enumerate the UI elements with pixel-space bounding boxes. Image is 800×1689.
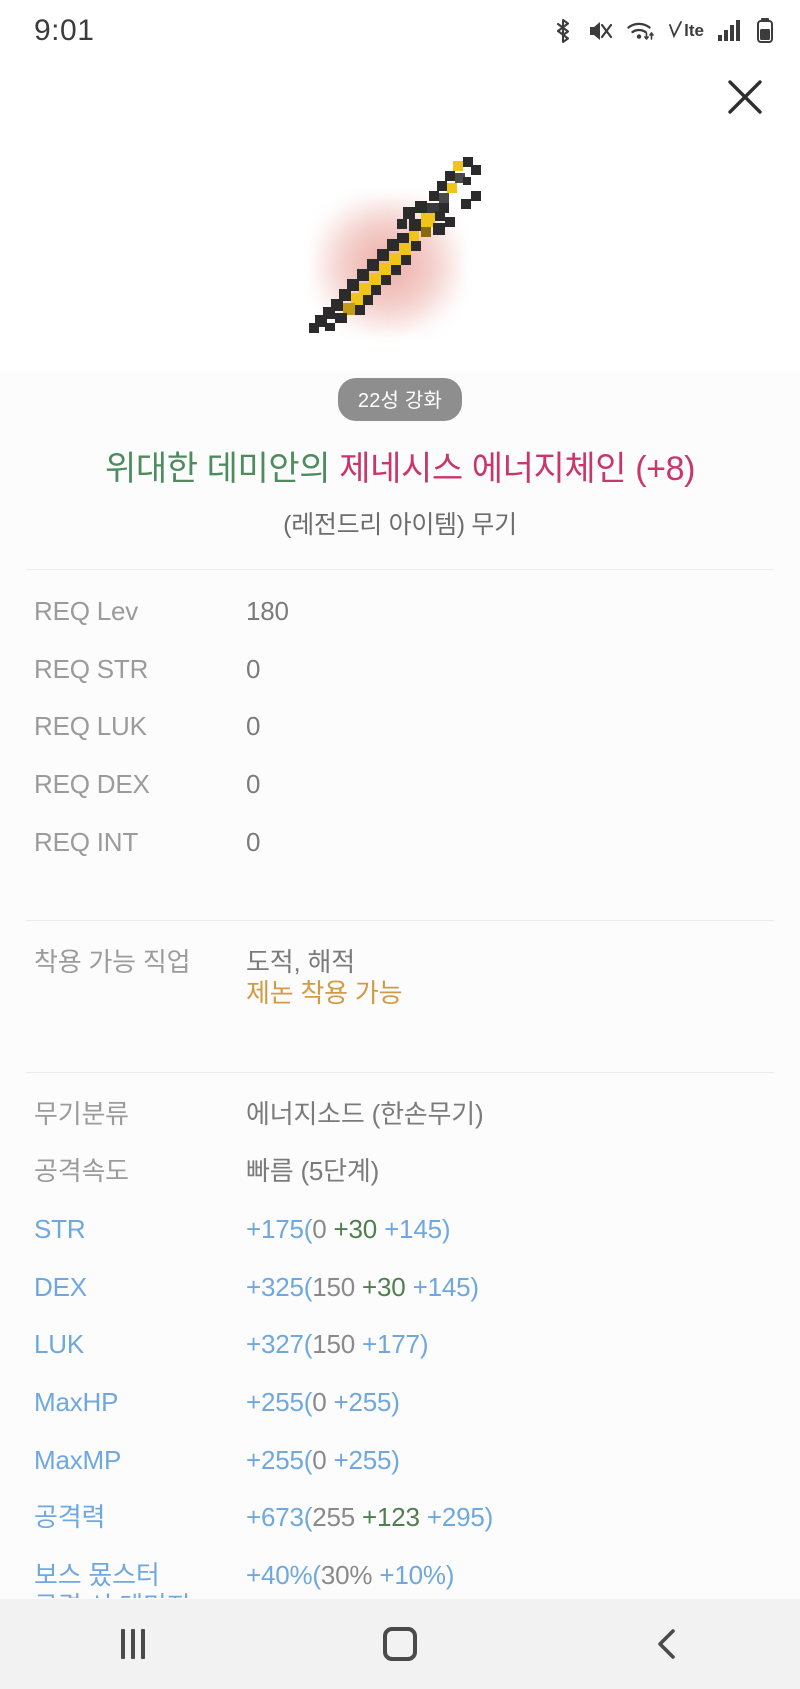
- wifi-icon: [626, 17, 656, 45]
- req-int-value: 0: [246, 826, 261, 857]
- table-row: 공격력 +673(255 +123 +295): [0, 1502, 800, 1533]
- weapon-stats-section: 무기분류 에너지소드 (한손무기) 공격속도 빠름 (5단계) STR +175…: [0, 1073, 800, 1598]
- star-enhancement-badge: 22성 강화: [337, 378, 463, 421]
- status-bar: 9:01 lte: [0, 0, 800, 62]
- volte-label: lte: [684, 21, 704, 40]
- table-row: 무기분류 에너지소드 (한손무기): [0, 1099, 800, 1130]
- stat-attack-value: +673(255 +123 +295): [246, 1502, 494, 1533]
- recents-icon: [121, 1629, 146, 1659]
- req-luk-label: REQ LUK: [34, 711, 147, 742]
- table-row: 공격속도 빠름 (5단계): [0, 1156, 800, 1187]
- stat-maxhp-label: MaxHP: [34, 1387, 119, 1418]
- job-note: 제논 착용 가능: [246, 978, 403, 1009]
- bluetooth-icon: [552, 17, 574, 45]
- stat-maxmp-value: +255(0 +255): [246, 1444, 400, 1475]
- volte-icon: lte: [669, 21, 704, 41]
- req-str-label: REQ STR: [34, 653, 149, 684]
- stat-maxhp-value: +255(0 +255): [246, 1387, 400, 1418]
- item-title: 위대한 데미안의 제네시스 에너지체인 (+8): [0, 441, 800, 490]
- table-row: 보스 몼스터 공격 시 데미지 +40%(30% +10%): [0, 1560, 800, 1598]
- req-dex-label: REQ DEX: [34, 769, 150, 800]
- stat-boss-damage-label-line1: 보스 몼스터: [34, 1560, 160, 1591]
- req-lev-value: 180: [246, 596, 289, 626]
- item-title-main: 제네시스 에너지체인 (+8): [339, 450, 696, 488]
- table-row: STR +175(0 +30 +145): [0, 1214, 800, 1245]
- close-button[interactable]: [714, 66, 776, 128]
- job-value: 도적, 해적: [246, 947, 355, 978]
- back-button[interactable]: [597, 1599, 737, 1689]
- stat-boss-damage-value: +40%(30% +10%): [246, 1560, 455, 1591]
- weapon-speed-value: 빠름 (5단계): [246, 1156, 380, 1187]
- req-lev-label: REQ Lev: [34, 596, 139, 626]
- table-row: REQ STR 0: [0, 654, 800, 685]
- home-button[interactable]: [330, 1599, 470, 1689]
- table-row: LUK +327(150 +177): [0, 1329, 800, 1360]
- stat-dex-value: +325(150 +30 +145): [246, 1271, 479, 1302]
- req-int-label: REQ INT: [34, 826, 139, 857]
- table-row: DEX +325(150 +30 +145): [0, 1272, 800, 1303]
- requirements-section: REQ Lev 180 REQ STR 0 REQ LUK 0 REQ DEX …: [0, 570, 800, 892]
- status-clock: 9:01: [34, 14, 95, 47]
- stat-maxmp-label: MaxMP: [34, 1444, 122, 1475]
- weapon-speed-label: 공격속도: [34, 1156, 129, 1187]
- close-icon: [728, 80, 762, 114]
- stat-str-label: STR: [34, 1214, 86, 1245]
- table-row: REQ LUK 0: [0, 711, 800, 742]
- status-icons: lte: [552, 17, 774, 45]
- stat-luk-label: LUK: [34, 1329, 84, 1360]
- req-luk-value: 0: [246, 711, 261, 742]
- req-dex-value: 0: [246, 769, 261, 800]
- table-row: REQ Lev 180: [0, 596, 800, 627]
- phone-screen: 9:01 lte 22성 강화 위대한 데미안의 제네시스 에너지체인 (+8)…: [0, 0, 800, 1689]
- mute-icon: [587, 17, 613, 45]
- star-badge-row: 22성 강화: [0, 378, 800, 421]
- battery-icon: [756, 17, 774, 45]
- table-row: REQ INT 0: [0, 827, 800, 858]
- dialog-header: [0, 62, 800, 132]
- back-icon: [657, 1629, 675, 1659]
- weapon-type-value: 에너지소드 (한손무기): [246, 1098, 484, 1129]
- stat-str-value: +175(0 +30 +145): [246, 1214, 451, 1245]
- item-subtitle: (레전드리 아이템) 무기: [283, 511, 517, 539]
- stat-boss-damage-label: 보스 몼스터 공격 시 데미지: [34, 1560, 246, 1598]
- stat-dex-label: DEX: [34, 1271, 87, 1302]
- job-value-group: 도적, 해적 제논 착용 가능: [246, 947, 403, 1009]
- stat-luk-value: +327(150 +177): [246, 1329, 429, 1360]
- table-row: MaxMP +255(0 +255): [0, 1445, 800, 1476]
- table-row: MaxHP +255(0 +255): [0, 1387, 800, 1418]
- table-row: REQ DEX 0: [0, 769, 800, 800]
- weapon-type-label: 무기분류: [34, 1098, 129, 1129]
- android-navigation-bar: [0, 1599, 800, 1689]
- item-sprite: [285, 147, 515, 357]
- stat-boss-damage-label-line2: 공격 시 데미지: [34, 1591, 246, 1598]
- sword-icon: [309, 157, 481, 333]
- signal-icon: [717, 17, 743, 45]
- table-row: 착용 가능 직업 도적, 해적 제논 착용 가능: [0, 947, 800, 1008]
- job-label: 착용 가능 직업: [34, 947, 191, 978]
- item-image-container: [0, 132, 800, 372]
- item-title-prefix: 위대한 데미안의: [104, 450, 331, 488]
- job-section: 착용 가능 직업 도적, 해적 제논 착용 가능: [0, 921, 800, 1043]
- stat-attack-label: 공격력: [34, 1502, 106, 1533]
- page-scroll-area[interactable]: 9:01 lte 22성 강화 위대한 데미안의 제네시스 에너지체인 (+8)…: [0, 0, 800, 1598]
- req-str-value: 0: [246, 653, 261, 684]
- recents-button[interactable]: [63, 1599, 203, 1689]
- home-icon: [382, 1627, 417, 1661]
